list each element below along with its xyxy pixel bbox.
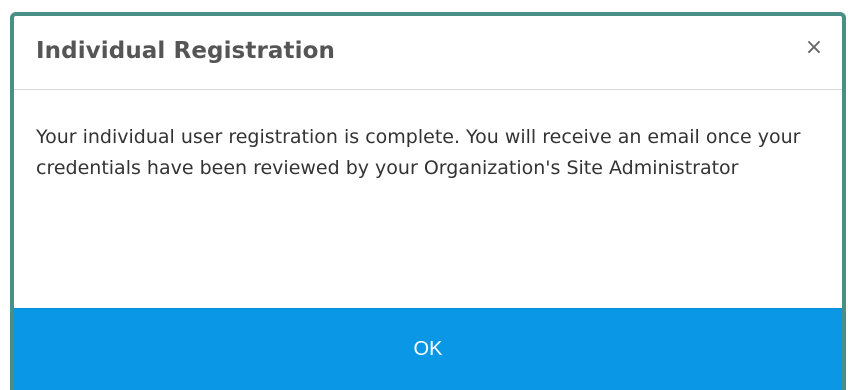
modal-header: Individual Registration × — [14, 16, 842, 90]
modal-body: Your individual user registration is com… — [36, 122, 816, 184]
close-icon: × — [804, 35, 824, 60]
close-button[interactable]: × — [802, 36, 826, 60]
registration-message: Your individual user registration is com… — [36, 126, 801, 179]
ok-button[interactable]: OK — [14, 309, 842, 390]
modal-footer: OK — [14, 308, 842, 390]
modal-title: Individual Registration — [36, 38, 335, 64]
registration-modal: Individual Registration × Your individua… — [10, 12, 846, 390]
screen-frame: Individual Registration × Your individua… — [0, 0, 848, 390]
